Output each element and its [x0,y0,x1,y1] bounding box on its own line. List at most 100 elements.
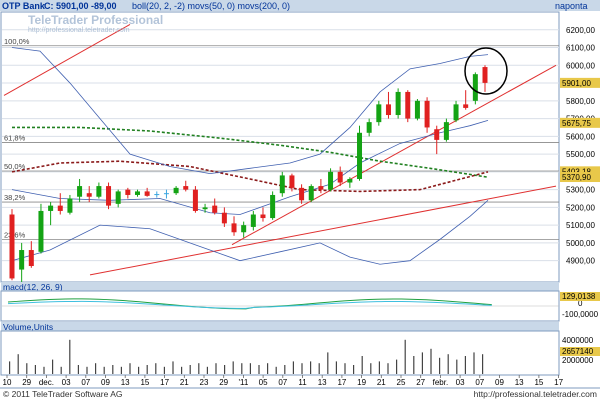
candle-body [318,186,324,190]
volume-bar [327,352,329,374]
volume-bar [215,363,217,374]
volume-bar [155,363,157,374]
price-tick-label: 5200,00 [566,203,595,212]
price-tick-label: 5300,00 [566,186,595,195]
volume-bar [275,366,277,374]
x-tick-label: 17 [337,378,346,387]
candle-body [231,223,237,233]
macd-value-label: 129,0138 [562,292,596,301]
volume-bar [318,363,320,374]
candle-body [299,187,305,201]
volume-bar [129,363,131,374]
candle-body [260,214,266,219]
volume-bar [361,356,363,374]
indicator-list: boll(20, 2, -2) movs(50, 0) movs(200, 0) [132,1,290,11]
volume-bar [198,363,200,374]
candle-body [154,194,160,196]
x-axis: 10 29 dec. 03 07 09 13 15 17 21 23 29 '11 05 07 11 13 17 1… [3,375,564,387]
x-tick-label: 17 [160,378,169,387]
volume-bar [396,359,398,374]
x-tick-label: 21 [377,378,386,387]
volume-bar [112,365,114,374]
volume-bar [310,361,312,374]
volume-bar [206,366,208,374]
volume-bar [95,363,97,374]
volume-tick-mid: 2000000 [562,356,594,365]
volume-bar [26,363,28,374]
price-panel [0,11,560,283]
volume-bar [404,339,406,374]
fib-level-label: 23,6% [4,230,26,239]
candle-body [77,186,83,197]
volume-panel [0,330,560,376]
x-tick-label: 09 [101,378,110,387]
volume-bar [258,365,260,374]
candle-body [453,104,459,121]
price-label-text: 5901,00 [562,79,591,88]
price-label-text: 5370,90 [562,173,591,182]
candle-body [202,207,208,210]
price-label-text: 5675,75 [562,119,591,128]
volume-bar [353,365,355,374]
candle-body [434,129,440,140]
x-tick-label: 07 [81,378,90,387]
volume-bar [335,361,337,374]
volume-value-label: 2657140 [562,347,594,356]
candle-body [347,178,353,183]
volume-bar [344,363,346,374]
candle-body [357,132,363,179]
candle-body [144,191,150,196]
candle-body [279,175,285,194]
volume-bar [370,363,372,374]
price-tick-label: 5800,00 [566,97,595,106]
x-tick-label: 07 [475,378,484,387]
candle-body [28,250,34,267]
x-tick-label: 13 [515,378,524,387]
volume-bar [17,354,19,374]
candle-body [405,91,411,119]
x-tick-label: 13 [121,378,130,387]
price-tick-label: 6200,00 [566,26,595,35]
volume-bar [103,366,105,374]
x-tick-label: 29 [22,378,31,387]
volume-bar [447,354,449,374]
x-tick-label: 19 [357,378,366,387]
candle-body [395,91,401,116]
footer-url: http://professional.teletrader.com [474,389,597,399]
footer-copyright: © 2011 TeleTrader Software AG [3,389,123,399]
x-tick-label: 05 [259,378,268,387]
price-tick-label: 5100,00 [566,221,595,230]
x-tick-label: 13 [318,378,327,387]
volume-bar [146,365,148,374]
candle-body [183,186,189,190]
x-tick-label: febr. [433,378,449,387]
candle-body [19,250,25,270]
candle-body [308,186,314,201]
x-tick-label: 03 [456,378,465,387]
candle-body [250,214,256,227]
candle-body [115,191,121,204]
volume-bar [34,365,36,374]
quote-label: C: 5901,00 -89,00 [44,1,117,11]
candle-body [270,194,276,219]
volume-bar [249,363,251,374]
price-tick-label: 5500,00 [566,150,595,159]
volume-bar [120,366,122,374]
volume-bar [52,359,54,374]
price-tick-label: 5000,00 [566,239,595,248]
candle-body [48,205,54,211]
price-tick-label: 6000,00 [566,61,595,70]
volume-bar [482,354,484,374]
volume-bar [378,361,380,374]
volume-bar [464,356,466,374]
x-tick-label: 11 [298,378,307,387]
volume-bar [172,361,174,374]
candle-body [212,205,218,213]
volume-bar [9,361,11,374]
period-label: naponta [555,1,588,11]
x-tick-label: 27 [416,378,425,387]
candle-body [67,198,73,213]
volume-bar [189,365,191,374]
candle-body [106,186,112,206]
volume-bar [421,352,423,374]
